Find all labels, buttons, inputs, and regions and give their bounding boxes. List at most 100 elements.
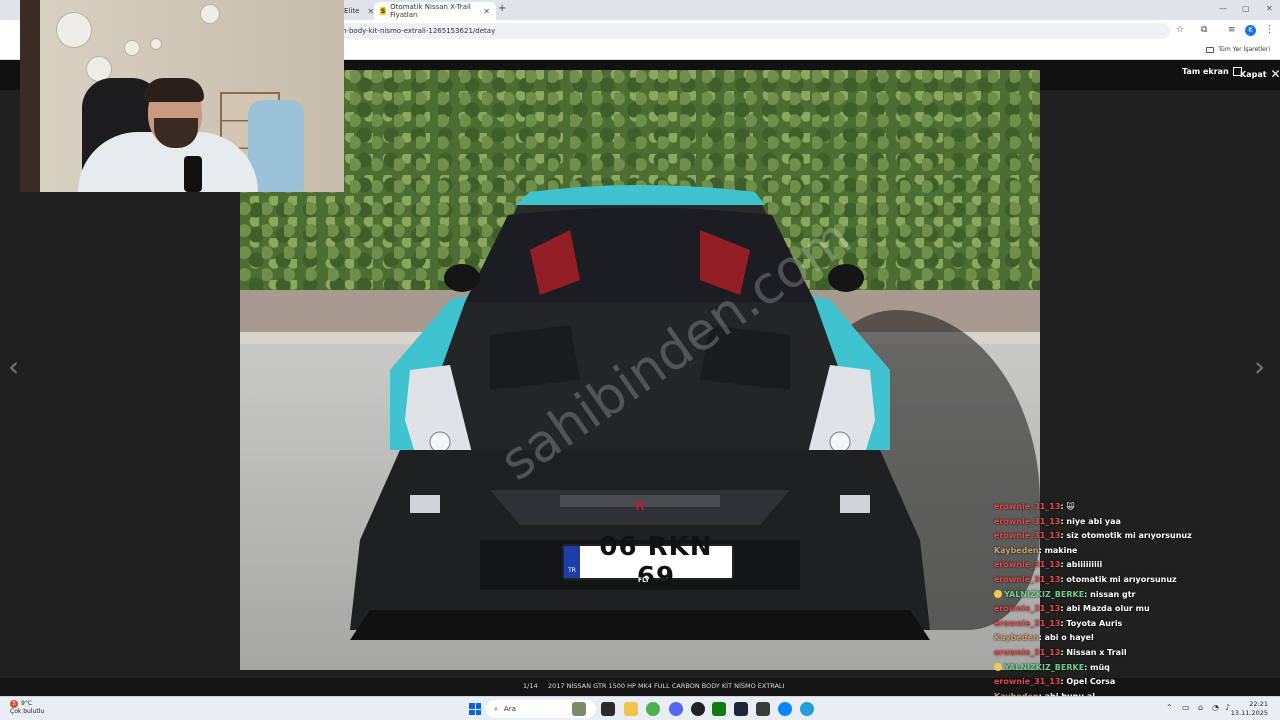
chat-username[interactable]: erownie_31_13 (994, 677, 1060, 686)
webcam-overlay (20, 0, 344, 192)
weather-badge: 3 (10, 700, 18, 708)
chat-text: : siz otomotik mi arıyorsunuz (1060, 531, 1192, 541)
clock-date: 13.11.2025 (1230, 709, 1268, 717)
tray-chevron-icon[interactable]: ⌃ (1166, 703, 1173, 712)
chat-message: erownie_31_13: abi Mazda olur mu (994, 604, 1274, 619)
maximize-icon[interactable]: ▢ (1242, 4, 1250, 13)
close-lightbox-button[interactable]: Kapat ✕ (1240, 67, 1280, 81)
chat-message: YALNIZKIZ_BERKE: müq (994, 663, 1274, 678)
chat-username[interactable]: erownie_31_13 (994, 604, 1060, 613)
tab-label: Otomatik Nissan X-Trail Fiyatları (390, 3, 471, 19)
new-tab-button[interactable]: + (498, 3, 506, 14)
chat-text: : abiiiiiiiii (1060, 560, 1103, 570)
star-icon[interactable]: ☆ (1176, 25, 1184, 35)
chat-text: : abi o hayel (1038, 633, 1094, 643)
chat-username[interactable]: erownie_31_13 (994, 648, 1060, 657)
chat-text: : abi Mazda olur mu (1060, 604, 1150, 614)
chat-text: : otomatik mi arıyorsunuz (1060, 574, 1177, 584)
chat-username[interactable]: Kaybeden (994, 546, 1039, 555)
plate-country: TR (564, 546, 580, 578)
clock-time: 22:21 (1249, 700, 1268, 708)
gallery-icon[interactable] (572, 702, 586, 716)
windows-start-icon[interactable] (469, 703, 481, 715)
task-view-icon[interactable] (601, 702, 615, 716)
chat-message: Kaybeden: abi o hayel (994, 633, 1274, 648)
network-icon[interactable]: ⌂ (1198, 703, 1203, 712)
chat-text: : müq (1084, 662, 1110, 672)
chat-message: erownie_31_13: Nissan x Trail (994, 648, 1274, 663)
all-bookmarks-button[interactable]: Tüm Yer İşaretleri (1206, 46, 1270, 53)
car-photo: R sahibinden.com TR 06 RKN 69 FLY (240, 70, 1040, 670)
tray-app-icon[interactable]: ▭ (1182, 703, 1190, 712)
chat-message: erownie_31_13: otomatik mi arıyorsunuz (994, 575, 1274, 590)
live-chat: erownie_31_13: 🙀 erownie_31_13: niye abi … (994, 502, 1274, 720)
photo-counter: 1/14 (523, 682, 538, 690)
chat-text: : nissan gtr (1084, 589, 1136, 599)
listing-title: 2017 NİSSAN GTR 1500 HP MK4 FULL CARBON … (548, 682, 785, 690)
media-icon[interactable]: ≡ (1228, 25, 1236, 35)
wall-clock (200, 4, 220, 24)
chat-text: : Opel Corsa (1060, 677, 1116, 687)
chat-message: YALNIZKIZ_BERKE: nissan gtr (994, 590, 1274, 605)
chat-username[interactable]: YALNIZKIZ_BERKE (1004, 663, 1084, 672)
file-explorer-icon[interactable] (624, 702, 638, 716)
close-label: Kapat (1240, 69, 1267, 79)
chat-text: : 🙀 (1060, 502, 1075, 511)
taskbar: 3 9°C Çok bulutlu ⌕ Ara ⌃ ▭ ⌂ ◔ ♪ 22:21 … (0, 696, 1280, 720)
weather-desc: Çok bulutlu (10, 708, 45, 715)
chat-username[interactable]: erownie_31_13 (994, 560, 1060, 569)
weather-widget[interactable]: 3 9°C Çok bulutlu (10, 700, 44, 716)
chat-message: erownie_31_13: siz otomotik mi arıyorsun… (994, 531, 1274, 546)
chat-message: erownie_31_13: Opel Corsa (994, 677, 1274, 692)
steam-icon[interactable] (734, 702, 748, 716)
streamer-hair (144, 78, 204, 102)
wall-plate (56, 12, 92, 48)
app-icon[interactable] (778, 702, 792, 716)
menu-icon[interactable]: ⋮ (1265, 25, 1274, 35)
chat-message: Kaybeden: makine (994, 546, 1274, 561)
search-placeholder: Ara (503, 705, 516, 713)
chat-username[interactable]: YALNIZKIZ_BERKE (1004, 590, 1084, 599)
chat-message: erownie_31_13: Toyota Auris (994, 619, 1274, 634)
previous-photo-icon[interactable]: ‹ (8, 350, 19, 383)
xbox-icon[interactable] (712, 702, 726, 716)
close-icon[interactable]: ✕ (483, 7, 490, 16)
obs-icon[interactable] (691, 702, 705, 716)
discord-icon[interactable] (669, 702, 683, 716)
chat-username[interactable]: erownie_31_13 (994, 575, 1060, 584)
window-close-icon[interactable]: ✕ (1266, 4, 1273, 13)
close-icon: ✕ (1270, 67, 1280, 81)
chat-username[interactable]: erownie_31_13 (994, 531, 1060, 540)
chat-message: erownie_31_13: abiiiiiiiii (994, 560, 1274, 575)
fullscreen-button[interactable]: Tam ekran (1182, 67, 1242, 76)
profile-avatar[interactable]: K (1245, 25, 1256, 36)
wall-plate (150, 38, 162, 50)
terminal-icon[interactable] (756, 702, 770, 716)
curtain (20, 0, 40, 192)
next-photo-icon[interactable]: › (1254, 350, 1265, 383)
microphone (184, 156, 202, 192)
chat-username[interactable]: erownie_31_13 (994, 502, 1060, 511)
chat-text: : niye abi yaa (1060, 516, 1121, 526)
chat-message: erownie_31_13: niye abi yaa (994, 517, 1274, 532)
fullscreen-label: Tam ekran (1182, 67, 1229, 76)
screen: Elite ✕ S Otomatik Nissan X-Trail Fiyatl… (0, 0, 1280, 720)
chat-text: : Toyota Auris (1060, 618, 1123, 628)
chat-username[interactable]: erownie_31_13 (994, 517, 1060, 526)
svg-text:R: R (635, 499, 644, 513)
chat-username[interactable]: erownie_31_13 (994, 619, 1060, 628)
extensions-icon[interactable]: ⧉ (1201, 25, 1207, 35)
chat-message: erownie_31_13: 🙀 (994, 502, 1274, 517)
search-icon: ⌕ (494, 704, 498, 713)
tab-nissan[interactable]: S Otomatik Nissan X-Trail Fiyatları ✕ (374, 2, 496, 20)
system-clock[interactable]: 22:21 13.11.2025 (1231, 700, 1268, 718)
edge-icon[interactable] (800, 702, 814, 716)
chrome-icon[interactable] (646, 702, 660, 716)
url-input[interactable]: n-body-kit-nismo-extrali-1265153621/deta… (330, 23, 1170, 39)
wifi-icon[interactable]: ◔ (1212, 703, 1219, 712)
minimize-icon[interactable]: — (1219, 4, 1227, 13)
chat-username[interactable]: Kaybeden (994, 633, 1039, 642)
subscriber-badge-icon (994, 590, 1002, 599)
volume-icon[interactable]: ♪ (1225, 703, 1230, 712)
chat-text: : Nissan x Trail (1060, 647, 1127, 657)
